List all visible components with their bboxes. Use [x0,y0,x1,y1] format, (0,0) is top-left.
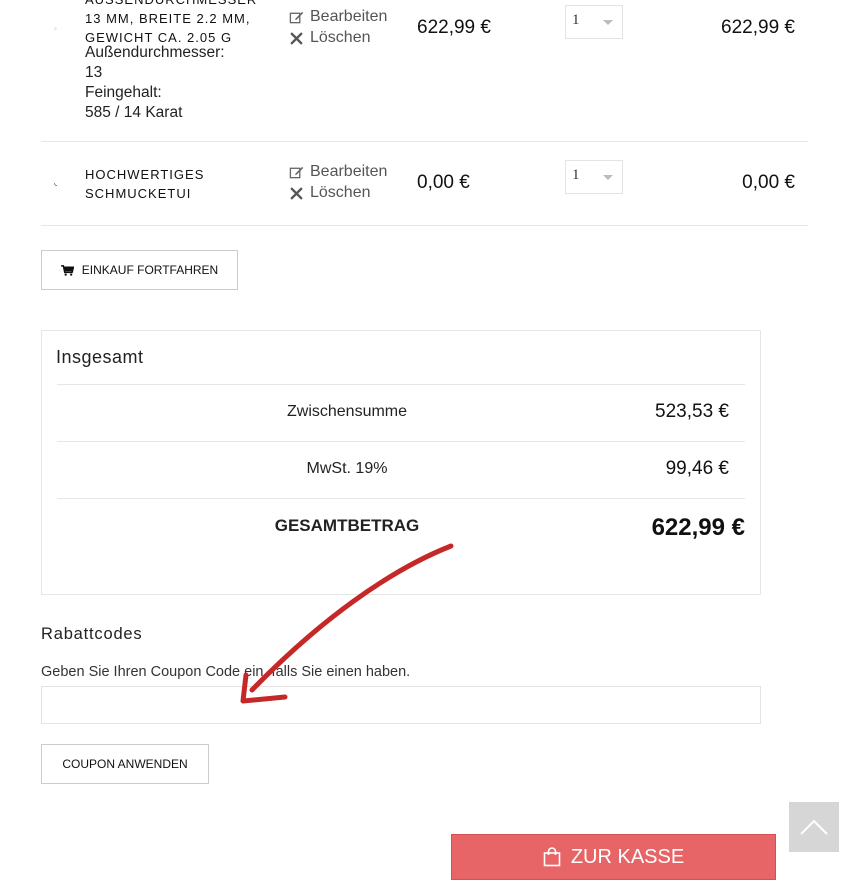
apply-coupon-button[interactable]: COUPON ANWENDEN [41,744,209,784]
attribute-label: Feingehalt: [85,84,162,101]
edit-label: Bearbeiten [310,163,388,180]
unit-price: 622,99 € [417,17,491,38]
product-thumbnail[interactable]: ◟ [54,178,57,187]
back-to-top-button[interactable] [789,802,839,852]
continue-shopping-label: EINKAUF FORTFAHREN [81,263,219,277]
apply-coupon-label: COUPON ANWENDEN [62,757,188,771]
grand-total-value: 622,99 € [651,514,745,541]
edit-item-link[interactable]: Bearbeiten [289,163,387,181]
checkout-label: ZUR KASSE [570,845,685,868]
attribute-label: Außendurchmesser: [85,44,225,61]
totals-divider [57,498,745,499]
edit-icon [289,166,304,178]
coupon-title: Rabattcodes [41,625,143,643]
quantity-value: 1 [572,167,580,183]
product-thumbnail[interactable]: ◦ [54,24,57,33]
tax-label: MwSt. 19% [306,460,388,477]
subtotal-value: 523,53 € [655,401,729,422]
row-divider [41,225,808,226]
quantity-value: 1 [572,12,580,28]
delete-label: Löschen [310,184,371,201]
totals-title: Insgesamt [56,347,144,367]
chevron-up-icon [800,819,828,835]
delete-item-link[interactable]: Löschen [289,184,371,202]
close-icon [290,187,303,199]
close-icon [290,32,303,44]
quantity-select[interactable]: 1 [565,160,623,194]
subtotal-label: Zwischensumme [286,403,408,420]
quantity-select[interactable]: 1 [565,5,623,39]
product-title[interactable]: HOCHWERTIGES SCHMUCKETUI [85,165,204,203]
coupon-code-input[interactable] [41,686,761,724]
chevron-down-icon [603,20,613,25]
totals-divider [57,441,745,442]
cart-icon [60,264,74,276]
attribute-value: 13 [85,64,103,81]
continue-shopping-button[interactable]: EINKAUF FORTFAHREN [41,250,238,290]
coupon-hint: Geben Sie Ihren Coupon Code ein, falls S… [41,664,411,680]
line-subtotal: 622,99 € [721,17,795,38]
grand-total-label: GESAMTBETRAG [274,516,420,535]
edit-item-link[interactable]: Bearbeiten [289,8,387,26]
unit-price: 0,00 € [417,172,470,193]
product-title[interactable]: AUSSENDURCHMESSER 13 MM, BREITE 2.2 MM, … [85,0,257,47]
attribute-value: 585 / 14 Karat [85,104,183,121]
delete-label: Löschen [310,29,371,46]
edit-label: Bearbeiten [310,8,388,25]
checkout-button[interactable]: ZUR KASSE [451,834,776,880]
totals-divider [57,384,745,385]
edit-icon [289,11,304,23]
product-attributes: Außendurchmesser: 13 Feingehalt: 585 / 1… [85,43,225,123]
line-subtotal: 0,00 € [742,172,795,193]
shopping-bag-icon [543,847,561,867]
chevron-down-icon [603,175,613,180]
tax-value: 99,46 € [665,458,729,479]
row-divider [41,141,808,142]
delete-item-link[interactable]: Löschen [289,29,371,47]
